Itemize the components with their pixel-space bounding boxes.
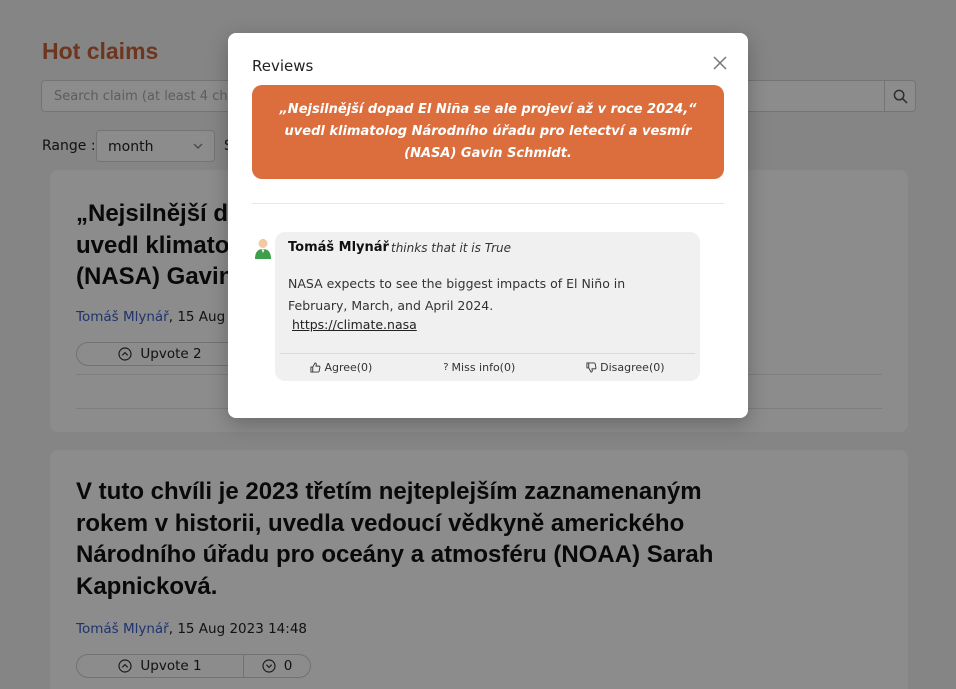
reviewer-name[interactable]: Tomáš Mlynář [288, 240, 389, 255]
claim-banner: „Nejsilnější dopad El Niña se ale projev… [252, 85, 724, 179]
review-divider [280, 353, 695, 354]
review-actions: Agree(0) ? Miss info(0) Disagree(0) [275, 356, 700, 378]
claim-text: „Nejsilnější dopad El Niña se ale projev… [279, 102, 697, 161]
review-verdict: thinks that it is True [391, 241, 512, 255]
thumbs-up-icon [310, 361, 321, 373]
review-card: Tomáš Mlynář thinks that it is True NASA… [275, 232, 700, 381]
agree-label: Agree(0) [324, 360, 373, 374]
question-icon: ? [443, 361, 449, 373]
miss-info-label: Miss info(0) [451, 360, 516, 374]
thumbs-down-icon [586, 361, 597, 373]
modal-divider [252, 203, 724, 204]
user-avatar-icon [255, 239, 271, 259]
reviews-modal: Reviews „Nejsilnější dopad El Niña se al… [228, 33, 748, 418]
agree-button[interactable]: Agree(0) [310, 361, 372, 374]
review-source-link[interactable]: https://climate.nasa [292, 317, 417, 332]
disagree-label: Disagree(0) [600, 360, 665, 374]
miss-info-button[interactable]: ? Miss info(0) [443, 361, 515, 374]
disagree-button[interactable]: Disagree(0) [586, 360, 665, 374]
modal-title: Reviews [252, 57, 314, 75]
close-icon [713, 56, 727, 70]
review-body: NASA expects to see the biggest impacts … [288, 276, 626, 313]
close-button[interactable] [710, 53, 730, 73]
